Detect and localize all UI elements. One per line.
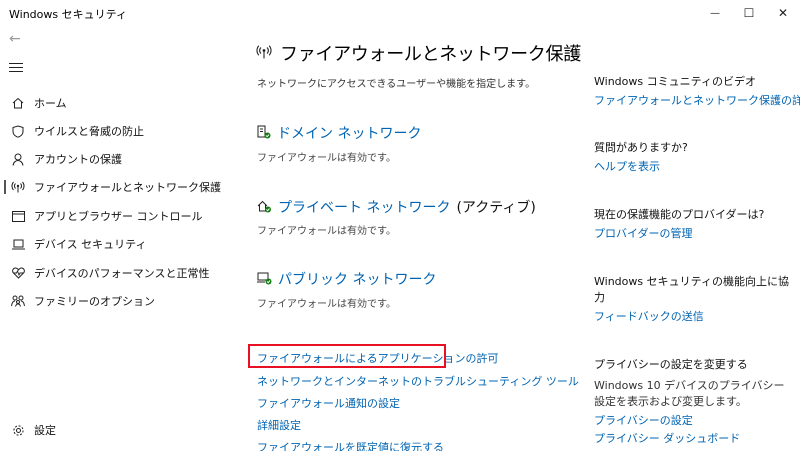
feedback-section: Windows セキュリティの機能向上に協力 フィードバックの送信 — [594, 274, 794, 325]
section-heading: 現在の保護機能のプロバイダーは? — [594, 208, 765, 221]
network-name: パブリック ネットワーク — [278, 272, 437, 288]
advanced-settings-link[interactable]: 詳細設定 — [257, 417, 301, 433]
heart-pulse-icon — [0, 267, 34, 279]
wireless-icon — [0, 181, 34, 193]
close-icon: ✕ — [777, 6, 789, 20]
title-bar: Windows セキュリティ — ☐ ✕ — [0, 0, 800, 26]
sidebar-item-label: 設定 — [34, 424, 56, 437]
private-network-link[interactable]: プライベート ネットワーク (アクティブ) — [257, 197, 536, 217]
section-heading: Windows セキュリティの機能向上に協力 — [594, 275, 789, 304]
sidebar-item-label: ファイアウォールとネットワーク保護 — [34, 181, 221, 194]
sidebar-item-virus-protection[interactable]: ウイルスと脅威の防止 — [0, 120, 228, 142]
section-heading: 質問がありますか? — [594, 141, 688, 154]
person-icon — [0, 153, 34, 166]
maximize-button[interactable]: ☐ — [732, 0, 766, 26]
network-status: ファイアウォールは有効です。 — [257, 153, 396, 164]
page-title: ファイアウォールとネットワーク保護 — [256, 40, 581, 66]
allow-app-through-firewall-link[interactable]: ファイアウォールによるアプリケーションの許可 — [257, 350, 498, 366]
domain-network-link[interactable]: ドメイン ネットワーク — [257, 123, 421, 143]
page-subtitle: ネットワークにアクセスできるユーザーや機能を指定します。 — [257, 79, 536, 90]
active-label: (アクティブ) — [456, 200, 536, 216]
right-panel: Windows コミュニティのビデオ ファイアウォールとネットワーク保護の詳細 … — [578, 26, 800, 451]
window-title: Windows セキュリティ — [9, 8, 127, 21]
hamburger-menu-icon[interactable] — [9, 63, 23, 75]
sidebar: ← ホーム ウイルスと脅威の防止 アカウントの保護 ファイアウォールとネットワー… — [0, 26, 228, 451]
firewall-details-link[interactable]: ファイアウォールとネットワーク保護の詳細 — [594, 93, 800, 109]
privacy-section: プライバシーの設定を変更する Windows 10 デバイスのプライバシー設定を… — [594, 357, 794, 447]
sidebar-item-app-browser[interactable]: アプリとブラウザー コントロール — [0, 205, 228, 227]
sidebar-item-label: アカウントの保護 — [34, 153, 122, 166]
sidebar-item-device-performance[interactable]: デバイスのパフォーマンスと正常性 — [0, 262, 228, 284]
gear-icon — [0, 424, 34, 437]
minimize-button[interactable]: — — [698, 0, 732, 26]
network-status: ファイアウォールは有効です。 — [257, 299, 396, 310]
public-network-link[interactable]: パブリック ネットワーク — [257, 269, 436, 289]
maximize-icon: ☐ — [743, 6, 755, 20]
section-heading: Windows コミュニティのビデオ — [594, 75, 756, 88]
sidebar-item-device-security[interactable]: デバイス セキュリティ — [0, 233, 228, 255]
sidebar-item-label: ファミリーのオプション — [34, 295, 155, 308]
sidebar-item-label: アプリとブラウザー コントロール — [34, 210, 203, 223]
sidebar-item-label: ウイルスと脅威の防止 — [34, 125, 144, 138]
privacy-settings-link[interactable]: プライバシーの設定 — [594, 413, 794, 429]
firewall-notification-settings-link[interactable]: ファイアウォール通知の設定 — [257, 395, 400, 411]
family-icon — [0, 295, 34, 307]
restore-defaults-link[interactable]: ファイアウォールを既定値に復元する — [257, 439, 444, 451]
sidebar-item-settings[interactable]: 設定 — [0, 419, 228, 441]
community-video-section: Windows コミュニティのビデオ ファイアウォールとネットワーク保護の詳細 — [594, 74, 800, 109]
question-section: 質問がありますか? ヘルプを表示 — [594, 140, 794, 175]
privacy-description: Windows 10 デバイスのプライバシー設定を表示および変更します。 — [594, 379, 785, 408]
sidebar-item-label: ホーム — [34, 97, 67, 110]
network-status: ファイアウォールは有効です。 — [257, 226, 396, 237]
browser-window-icon — [0, 210, 34, 222]
public-network-icon — [257, 270, 272, 289]
section-heading: プライバシーの設定を変更する — [594, 358, 748, 371]
laptop-icon — [0, 239, 34, 250]
shield-icon — [0, 124, 34, 138]
sidebar-item-account-protection[interactable]: アカウントの保護 — [0, 148, 228, 170]
sidebar-item-home[interactable]: ホーム — [0, 92, 228, 114]
network-name: プライベート ネットワーク — [278, 200, 451, 216]
sidebar-item-label: デバイス セキュリティ — [34, 238, 147, 251]
page-title-text: ファイアウォールとネットワーク保護 — [280, 44, 581, 65]
wireless-icon — [256, 44, 272, 63]
give-feedback-link[interactable]: フィードバックの送信 — [594, 309, 794, 325]
network-name: ドメイン ネットワーク — [277, 126, 422, 142]
network-troubleshooter-link[interactable]: ネットワークとインターネットのトラブルシューティング ツール — [257, 373, 579, 389]
back-arrow-icon[interactable]: ← — [9, 31, 21, 47]
home-icon — [0, 97, 34, 109]
privacy-dashboard-link[interactable]: プライバシー ダッシュボード — [594, 431, 794, 447]
get-help-link[interactable]: ヘルプを表示 — [594, 159, 794, 175]
provider-section: 現在の保護機能のプロバイダーは? プロバイダーの管理 — [594, 207, 794, 242]
sidebar-item-firewall[interactable]: ファイアウォールとネットワーク保護 — [0, 176, 228, 198]
private-network-icon — [257, 198, 272, 217]
sidebar-item-label: デバイスのパフォーマンスと正常性 — [34, 267, 210, 280]
domain-network-icon — [257, 124, 271, 143]
main-content: ファイアウォールとネットワーク保護 ネットワークにアクセスできるユーザーや機能を… — [228, 26, 581, 451]
minimize-icon: — — [710, 7, 720, 19]
manage-providers-link[interactable]: プロバイダーの管理 — [594, 226, 794, 242]
sidebar-item-family-options[interactable]: ファミリーのオプション — [0, 290, 228, 312]
close-button[interactable]: ✕ — [766, 0, 800, 26]
